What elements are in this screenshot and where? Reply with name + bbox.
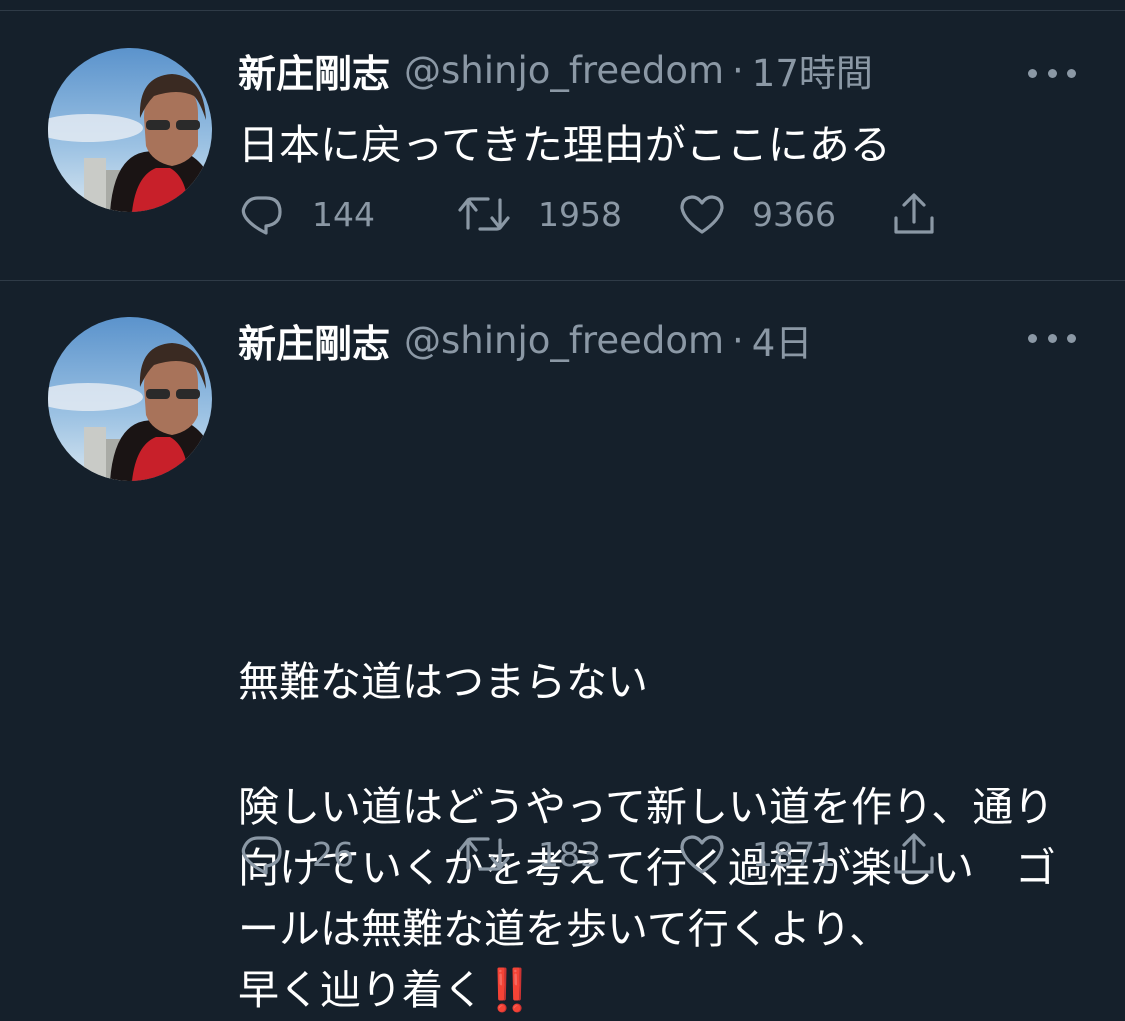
tweet-header: 新庄剛志 @shinjo_freedom · 17時間 [238, 40, 873, 100]
tweet-paragraph: 無難な道はつまらない [238, 658, 648, 706]
like-count: 9366 [752, 194, 836, 234]
share-icon [890, 190, 938, 238]
reply-count: 26 [312, 834, 354, 874]
more-icon[interactable] [1028, 63, 1076, 83]
tweet-paragraph: 日本に戻ってきた理由がここにある [238, 121, 891, 169]
double-exclamation-emoji: ‼️ [484, 966, 536, 1014]
like-button[interactable]: 1871 [678, 829, 836, 879]
separator-dot: · [732, 48, 744, 92]
tweet-line: 早く辿り着く [238, 966, 484, 1014]
tweet-actions: 144 1958 9366 [238, 189, 958, 239]
display-name[interactable]: 新庄剛志 [238, 43, 390, 98]
retweet-count: 1958 [538, 194, 622, 234]
heart-icon [678, 830, 726, 878]
reply-button[interactable]: 26 [238, 829, 354, 879]
separator-dot: · [732, 318, 744, 362]
retweet-icon [456, 190, 512, 238]
tweet[interactable]: 新庄剛志 @shinjo_freedom · 4日 無難な道はつまらない 険しい… [0, 281, 1125, 1014]
share-button[interactable] [890, 829, 938, 879]
like-button[interactable]: 9366 [678, 189, 836, 239]
retweet-count: 183 [538, 834, 601, 874]
tweet-paragraph-last: 早く辿り着く‼️ [238, 960, 1068, 1021]
reply-icon [238, 190, 286, 238]
retweet-button[interactable]: 183 [456, 829, 601, 879]
tweet-text: 日本に戻ってきた理由がここにある [238, 115, 1098, 176]
reply-count: 144 [312, 194, 375, 234]
user-handle[interactable]: @shinjo_freedom [404, 319, 724, 362]
retweet-button[interactable]: 1958 [456, 189, 622, 239]
more-icon[interactable] [1028, 328, 1076, 348]
display-name[interactable]: 新庄剛志 [238, 313, 390, 368]
reply-icon [238, 830, 286, 878]
tweet-header: 新庄剛志 @shinjo_freedom · 4日 [238, 310, 812, 370]
heart-icon [678, 190, 726, 238]
reply-button[interactable]: 144 [238, 189, 375, 239]
like-count: 1871 [752, 834, 836, 874]
retweet-icon [456, 830, 512, 878]
tweet-paragraph-block: 険しい道はどうやって新しい道を作り、通り向けていくかを考えて行く過程が楽しい ゴ… [238, 777, 1068, 1021]
tweet[interactable]: 新庄剛志 @shinjo_freedom · 17時間 日本に戻ってきた理由がこ… [0, 11, 1125, 279]
timestamp[interactable]: 17時間 [752, 43, 873, 97]
avatar[interactable] [48, 317, 212, 481]
share-button[interactable] [890, 189, 938, 239]
timestamp[interactable]: 4日 [752, 313, 813, 367]
user-handle[interactable]: @shinjo_freedom [404, 49, 724, 92]
avatar[interactable] [48, 48, 212, 212]
share-icon [890, 830, 938, 878]
tweet-actions: 26 183 1871 [238, 829, 958, 879]
